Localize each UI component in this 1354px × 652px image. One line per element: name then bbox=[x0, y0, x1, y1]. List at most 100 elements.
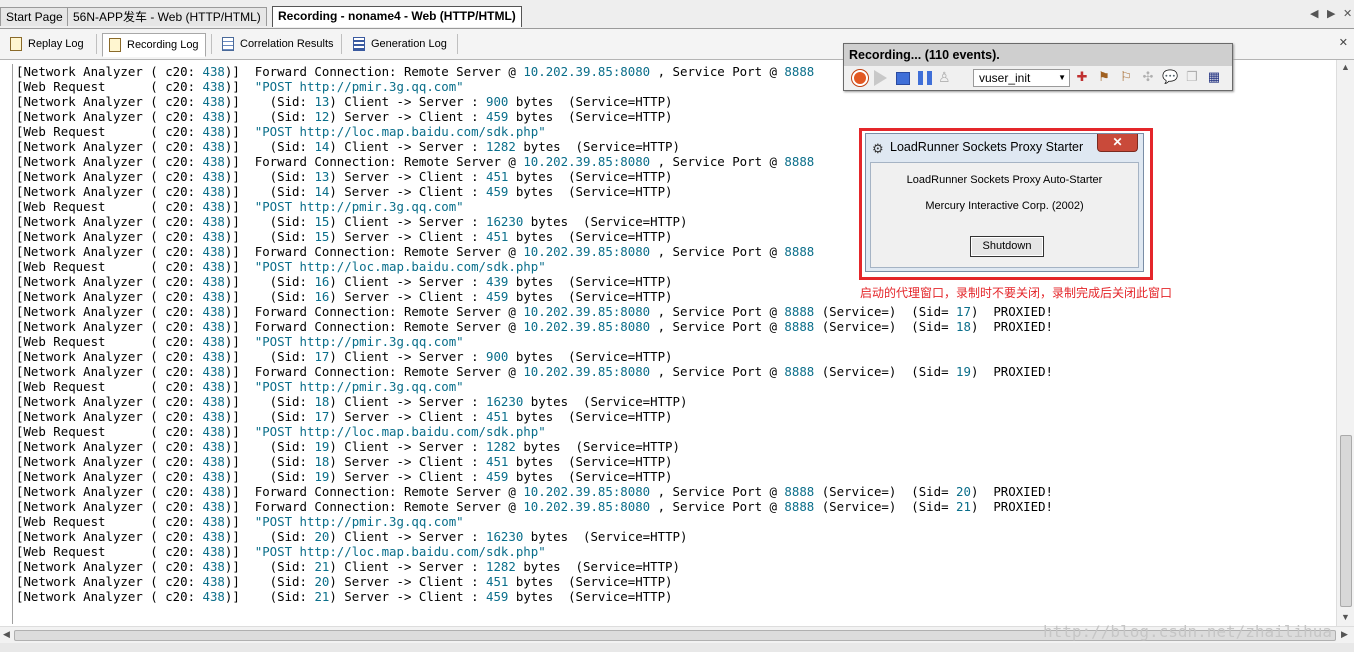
recording-status[interactable]: Recording... (110 events). bbox=[844, 44, 1232, 66]
new-action-icon[interactable]: ✚ bbox=[1074, 69, 1090, 85]
log-connection: c20: bbox=[165, 529, 203, 544]
log-connection: c20: bbox=[165, 409, 203, 424]
log-text: Forward Connection: Remote Server @ bbox=[254, 64, 524, 79]
log-service-port: 8888 bbox=[784, 364, 815, 379]
log-line: [Web Request ( c20: 438)] "POST http://p… bbox=[13, 334, 1338, 349]
comment-icon[interactable]: 💬 bbox=[1162, 69, 1178, 85]
tab-divider bbox=[96, 34, 97, 54]
vertical-scrollbar[interactable]: ▲ ▼ bbox=[1336, 60, 1354, 626]
tab-divider bbox=[341, 34, 342, 54]
end-transaction-icon[interactable]: ⚐ bbox=[1118, 69, 1134, 85]
tab-recording-noname4[interactable]: Recording - noname4 - Web (HTTP/HTML) bbox=[272, 6, 522, 27]
log-text: (Sid: bbox=[254, 559, 315, 574]
text-check-icon[interactable]: ▦ bbox=[1206, 69, 1222, 85]
log-pid: 438 bbox=[202, 514, 225, 529]
log-line: [Web Request ( c20: 438)] "POST http://p… bbox=[13, 379, 1338, 394]
log-sid: 21 bbox=[314, 559, 330, 574]
tab-generation-log-label: Generation Log bbox=[371, 38, 447, 50]
log-source: [Network Analyzer ( bbox=[16, 214, 166, 229]
log-text: bytes (Service=HTTP) bbox=[523, 394, 688, 409]
record-icon[interactable] bbox=[852, 70, 868, 86]
log-text: (Sid: bbox=[254, 529, 315, 544]
log-connection: c20: bbox=[165, 469, 203, 484]
log-post-request: "POST http://loc.map.baidu.com/sdk.php" bbox=[254, 259, 546, 274]
log-bracket: )] bbox=[224, 499, 255, 514]
log-text: , Service Port @ bbox=[650, 304, 785, 319]
tab-recording-log[interactable]: Recording Log bbox=[102, 33, 206, 57]
log-source: [Network Analyzer ( bbox=[16, 574, 166, 589]
close-icon[interactable]: ✕ bbox=[1097, 134, 1138, 152]
tab-scroll-right-icon[interactable]: ▶ bbox=[1327, 7, 1335, 20]
log-sid: 18 bbox=[314, 394, 330, 409]
start-transaction-icon[interactable]: ⚑ bbox=[1096, 69, 1112, 85]
shutdown-button[interactable]: Shutdown bbox=[970, 236, 1044, 257]
pause-icon[interactable] bbox=[918, 71, 932, 85]
log-connection: c20: bbox=[165, 214, 203, 229]
log-bracket: )] bbox=[224, 94, 255, 109]
log-line: [Network Analyzer ( c20: 438)] Forward C… bbox=[13, 364, 1338, 379]
log-service-port: 8888 bbox=[784, 319, 815, 334]
rendezvous-icon[interactable]: ✣ bbox=[1140, 69, 1156, 85]
log-direction: ) Client -> Server : bbox=[329, 214, 487, 229]
scroll-left-icon[interactable]: ◀ bbox=[3, 629, 10, 640]
tab-scroll-left-icon[interactable]: ◀ bbox=[1310, 7, 1318, 20]
close-pane-icon[interactable]: ✕ bbox=[1339, 36, 1348, 49]
log-text: (Sid: bbox=[254, 139, 315, 154]
scroll-right-icon[interactable]: ▶ bbox=[1341, 629, 1348, 640]
log-source: [Web Request ( bbox=[16, 124, 166, 139]
dialog-titlebar[interactable]: ⚙ LoadRunner Sockets Proxy Starter ✕ bbox=[866, 134, 1143, 161]
log-bracket: )] bbox=[224, 409, 255, 424]
tab-recording-log-label: Recording Log bbox=[127, 39, 199, 51]
log-text: Forward Connection: Remote Server @ bbox=[254, 304, 524, 319]
log-pid: 438 bbox=[202, 64, 225, 79]
log-text: bytes (Service=HTTP) bbox=[523, 529, 688, 544]
log-sid: 20 bbox=[314, 574, 330, 589]
scroll-up-icon[interactable]: ▲ bbox=[1341, 62, 1350, 72]
log-line: [Network Analyzer ( c20: 438)] (Sid: 17)… bbox=[13, 349, 1338, 364]
log-text: ) PROXIED! bbox=[970, 364, 1053, 379]
play-icon[interactable] bbox=[874, 70, 887, 86]
action-select[interactable]: vuser_init ▼ bbox=[973, 69, 1070, 87]
tab-correlation-results[interactable]: Correlation Results bbox=[216, 33, 340, 55]
log-text: bytes (Service=HTTP) bbox=[508, 184, 673, 199]
log-bracket: )] bbox=[224, 559, 255, 574]
log-line: [Network Analyzer ( c20: 438)] (Sid: 17)… bbox=[13, 409, 1338, 424]
log-source: [Network Analyzer ( bbox=[16, 304, 166, 319]
log-connection: c20: bbox=[165, 589, 203, 604]
log-connection: c20: bbox=[165, 319, 203, 334]
log-connection: c20: bbox=[165, 289, 203, 304]
log-source: [Network Analyzer ( bbox=[16, 64, 166, 79]
vertical-scroll-thumb[interactable] bbox=[1340, 435, 1352, 607]
log-connection: c20: bbox=[165, 94, 203, 109]
recording-controls: ♙ vuser_init ▼ ✚ ⚑ ⚐ ✣ 💬 ❐ ▦ bbox=[844, 66, 1232, 90]
stop-icon[interactable] bbox=[896, 72, 910, 85]
log-ip: 10.202.39.85:8080 bbox=[523, 499, 651, 514]
log-connection: c20: bbox=[165, 454, 203, 469]
log-sid: 21 bbox=[956, 499, 971, 514]
log-bytes: 1282 bbox=[486, 559, 516, 574]
tab-56n-app-script[interactable]: 56N-APP发车 - Web (HTTP/HTML) bbox=[67, 7, 267, 26]
log-text: bytes (Service=HTTP) bbox=[508, 469, 673, 484]
log-line: [Network Analyzer ( c20: 438)] Forward C… bbox=[13, 499, 1338, 514]
scroll-down-icon[interactable]: ▼ bbox=[1341, 612, 1350, 622]
log-pid: 438 bbox=[202, 394, 225, 409]
log-connection: c20: bbox=[165, 334, 203, 349]
log-source: [Network Analyzer ( bbox=[16, 229, 166, 244]
log-source: [Network Analyzer ( bbox=[16, 184, 166, 199]
log-bytes: 1282 bbox=[486, 439, 516, 454]
log-text: bytes (Service=HTTP) bbox=[508, 589, 673, 604]
tab-generation-log[interactable]: Generation Log bbox=[347, 33, 453, 55]
log-text: bytes (Service=HTTP) bbox=[508, 109, 673, 124]
log-text: (Sid: bbox=[254, 409, 315, 424]
tab-start-page[interactable]: Start Page bbox=[0, 7, 69, 26]
tab-replay-log[interactable]: Replay Log bbox=[4, 33, 90, 55]
log-pid: 438 bbox=[202, 529, 225, 544]
log-text: , Service Port @ bbox=[650, 364, 785, 379]
tab-close-icon[interactable]: ✕ bbox=[1343, 7, 1352, 20]
log-pid: 438 bbox=[202, 109, 225, 124]
log-source: [Network Analyzer ( bbox=[16, 274, 166, 289]
log-source: [Web Request ( bbox=[16, 199, 166, 214]
copy-icon[interactable]: ❐ bbox=[1184, 69, 1200, 85]
log-text: (Sid: bbox=[254, 184, 315, 199]
insert-step-icon[interactable]: ♙ bbox=[938, 69, 954, 85]
